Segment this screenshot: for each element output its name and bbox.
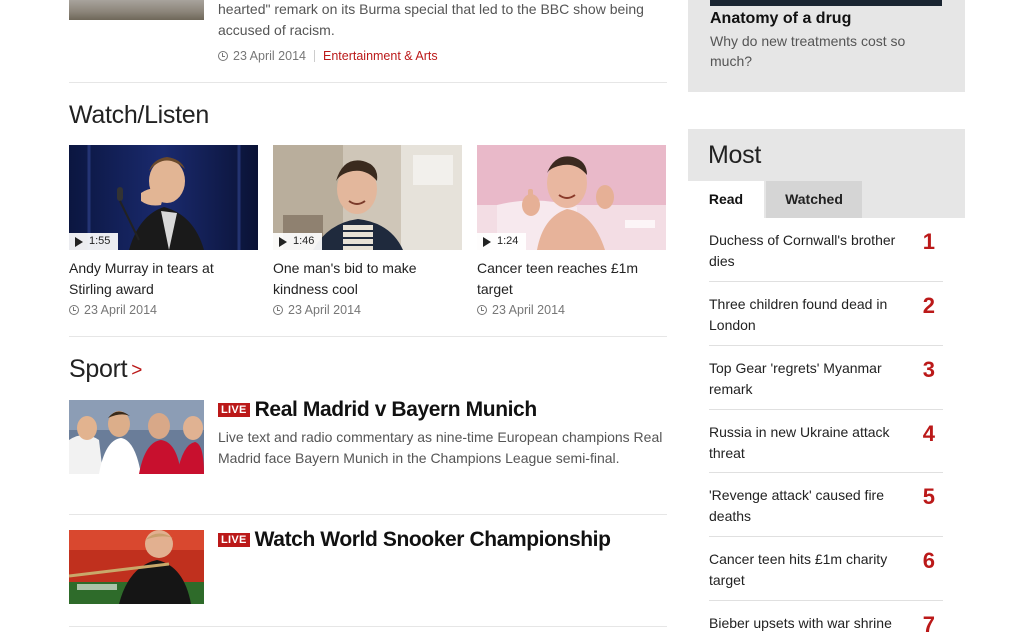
most-read-item[interactable]: Three children found dead in London 2 — [709, 294, 943, 346]
most-read-item-title[interactable]: 'Revenge attack' caused fire deaths — [709, 485, 907, 527]
video-date: 23 April 2014 — [492, 303, 565, 317]
video-date: 23 April 2014 — [84, 303, 157, 317]
most-read-rank: 3 — [922, 357, 935, 382]
most-read-item-title[interactable]: Top Gear 'regrets' Myanmar remark — [709, 358, 907, 400]
sport-story-thumbnail[interactable] — [68, 530, 204, 604]
most-read-rank: 1 — [922, 229, 935, 254]
sport-header-link[interactable]: Sport > — [69, 355, 142, 384]
top-story-section-link[interactable]: Entertainment & Arts — [323, 49, 438, 63]
most-read-rank: 7 — [922, 612, 935, 637]
tab-read[interactable]: Read — [688, 181, 764, 218]
most-read-item-title[interactable]: Duchess of Cornwall's brother dies — [709, 230, 907, 272]
sport-story-thumbnail[interactable] — [69, 400, 204, 474]
video-duration-badge: 1:55 — [69, 233, 119, 250]
sport-story-summary: Live text and radio commentary as nine-t… — [218, 429, 663, 466]
chevron-right-icon: > — [131, 360, 143, 381]
video-card[interactable]: 1:46 One man's bid to make kindness cool… — [273, 145, 462, 317]
most-popular-title: Most — [708, 141, 761, 169]
feature-promo-summary: Why do new treatments cost so much? — [710, 33, 906, 69]
most-read-rank: 5 — [922, 484, 935, 509]
feature-promo[interactable]: Anatomy of a drug Why do new treatments … — [688, 0, 965, 92]
video-duration: 1:55 — [89, 235, 111, 247]
most-read-item[interactable]: 'Revenge attack' caused fire deaths 5 — [709, 485, 943, 537]
video-meta: 23 April 2014 — [477, 303, 666, 317]
sport-story: LIVE Watch World Snooker Championship — [218, 528, 668, 552]
video-duration: 1:24 — [497, 235, 519, 247]
most-read-item-title[interactable]: Bieber upsets with war shrine — [709, 613, 907, 634]
live-badge: LIVE — [218, 533, 250, 547]
most-read-item-title[interactable]: Russia in new Ukraine attack threat — [709, 422, 907, 464]
sport-story-headline-link[interactable]: LIVE Watch World Snooker Championship — [218, 528, 668, 552]
most-read-item[interactable]: Duchess of Cornwall's brother dies 1 — [709, 230, 943, 282]
play-icon — [483, 236, 491, 247]
play-icon — [75, 236, 83, 247]
video-thumbnail[interactable]: 1:46 — [273, 145, 462, 250]
feature-promo-title[interactable]: Anatomy of a drug — [710, 10, 851, 28]
feature-promo-image — [710, 0, 942, 6]
top-story-summary-text: hearted" remark on its Burma special tha… — [218, 1, 644, 38]
sport-story: LIVE Real Madrid v Bayern Munich Live tex… — [218, 398, 668, 469]
video-thumbnail[interactable]: 1:55 — [69, 145, 258, 250]
clock-icon — [69, 305, 79, 315]
sport-story-headline: Watch World Snooker Championship — [254, 528, 611, 551]
video-thumbnail[interactable]: 1:24 — [477, 145, 666, 250]
video-duration: 1:46 — [293, 235, 315, 247]
video-title[interactable]: Andy Murray in tears at Stirling award — [69, 258, 258, 300]
top-story-meta: 23 April 2014 Entertainment & Arts — [218, 49, 438, 63]
video-date: 23 April 2014 — [288, 303, 361, 317]
most-read-item[interactable]: Bieber upsets with war shrine 7 — [709, 613, 943, 637]
watch-listen-title: Watch/Listen — [69, 101, 209, 129]
most-read-item[interactable]: Cancer teen hits £1m charity target 6 — [709, 549, 943, 601]
divider — [69, 514, 667, 515]
tab-watched[interactable]: Watched — [766, 181, 862, 218]
most-popular-panel: Most Read Watched — [688, 129, 965, 218]
meta-separator — [313, 50, 315, 62]
video-card[interactable]: 1:55 Andy Murray in tears at Stirling aw… — [69, 145, 258, 317]
most-read-rank: 4 — [922, 421, 935, 446]
most-read-item[interactable]: Top Gear 'regrets' Myanmar remark 3 — [709, 358, 943, 410]
video-meta: 23 April 2014 — [273, 303, 462, 317]
video-card[interactable]: 1:24 Cancer teen reaches £1m target 23 A… — [477, 145, 666, 317]
most-read-item-title[interactable]: Three children found dead in London — [709, 294, 907, 336]
top-story-thumbnail[interactable] — [69, 0, 204, 20]
video-title[interactable]: One man's bid to make kindness cool — [273, 258, 462, 300]
video-duration-badge: 1:46 — [273, 233, 323, 250]
live-badge: LIVE — [218, 403, 250, 417]
most-read-item[interactable]: Russia in new Ukraine attack threat 4 — [709, 422, 943, 473]
divider — [69, 336, 667, 337]
sport-story-headline: Real Madrid v Bayern Munich — [254, 398, 538, 421]
sport-story-image — [69, 400, 204, 474]
play-icon — [279, 236, 287, 247]
video-duration-badge: 1:24 — [477, 233, 527, 250]
most-read-rank: 2 — [922, 293, 935, 318]
most-read-item-title[interactable]: Cancer teen hits £1m charity target — [709, 549, 907, 591]
top-story-summary: hearted" remark on its Burma special tha… — [218, 0, 673, 41]
sport-story-image — [68, 530, 204, 604]
clock-icon — [477, 305, 487, 315]
video-title[interactable]: Cancer teen reaches £1m target — [477, 258, 666, 300]
sport-story-headline-link[interactable]: LIVE Real Madrid v Bayern Munich — [218, 398, 668, 422]
divider — [69, 626, 667, 627]
sport-title: Sport — [69, 355, 128, 383]
clock-icon — [218, 51, 228, 61]
video-meta: 23 April 2014 — [69, 303, 258, 317]
divider — [69, 82, 667, 83]
clock-icon — [273, 305, 283, 315]
top-story-date: 23 April 2014 — [233, 49, 306, 63]
most-read-rank: 6 — [922, 548, 935, 573]
